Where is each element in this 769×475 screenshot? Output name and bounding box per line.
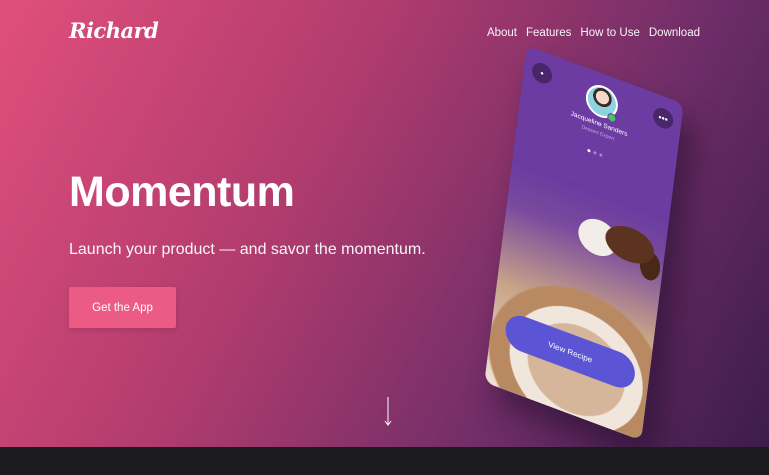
nav-link-download[interactable]: Download [649,27,700,39]
carousel-dot[interactable] [599,153,603,158]
nav-link-about[interactable]: About [487,27,517,39]
top-nav: About Features How to Use Download [487,27,700,39]
brand-logo[interactable]: Richard [69,18,159,43]
hero-section: Richard About Features How to Use Downlo… [0,0,769,447]
hero-title: Momentum [69,168,295,216]
carousel-dot[interactable] [593,150,597,155]
next-section-strip [0,447,769,475]
carousel-dot-active[interactable] [587,148,591,153]
hero-tagline: Launch your product — and savor the mome… [69,241,426,258]
nav-link-features[interactable]: Features [526,27,571,39]
phone-mockup: • ••• Jacqueline Sanders Dessert Expert … [484,45,684,441]
get-the-app-button[interactable]: Get the App [69,287,176,328]
nav-link-how-to-use[interactable]: How to Use [580,27,639,39]
scroll-down-arrow-icon[interactable] [383,397,393,427]
